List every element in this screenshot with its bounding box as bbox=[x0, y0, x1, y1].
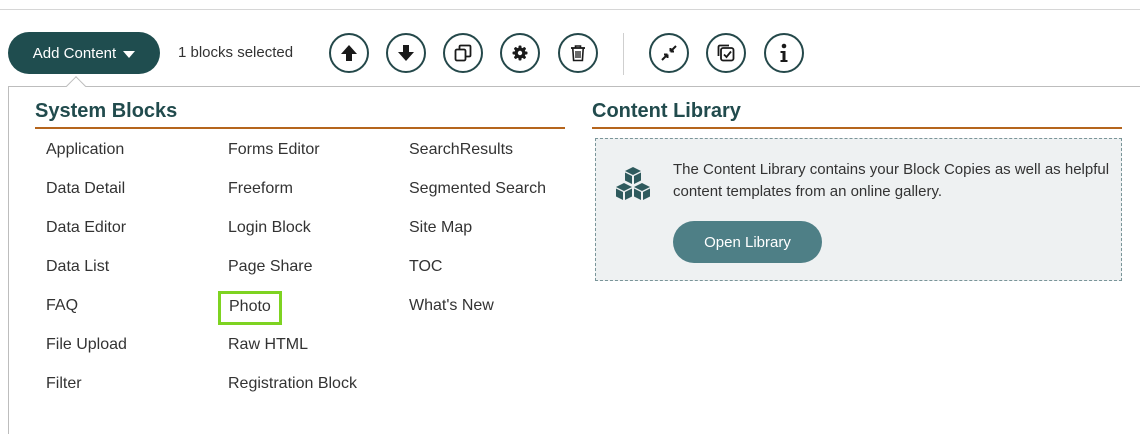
block-item-data-detail[interactable]: Data Detail bbox=[46, 179, 127, 218]
content-library-description: The Content Library contains your Block … bbox=[673, 161, 1110, 200]
add-content-button[interactable]: Add Content bbox=[8, 32, 160, 74]
info-icon bbox=[780, 43, 788, 62]
content-library-rule bbox=[592, 127, 1122, 129]
delete-button[interactable] bbox=[558, 33, 598, 73]
move-down-button[interactable] bbox=[386, 33, 426, 73]
move-up-icon bbox=[341, 45, 357, 61]
block-item-toc[interactable]: TOC bbox=[409, 257, 546, 296]
select-all-icon bbox=[717, 44, 735, 62]
selection-count: 1 blocks selected bbox=[178, 44, 294, 61]
info-button[interactable] bbox=[764, 33, 804, 73]
open-library-button[interactable]: Open Library bbox=[673, 221, 822, 263]
collapse-icon bbox=[661, 45, 677, 61]
content-library-box: The Content Library contains your Block … bbox=[595, 138, 1122, 281]
block-item-data-list[interactable]: Data List bbox=[46, 257, 127, 296]
top-divider bbox=[0, 9, 1140, 10]
collapse-button[interactable] bbox=[649, 33, 689, 73]
block-item-searchresults[interactable]: SearchResults bbox=[409, 140, 546, 179]
content-library-title: Content Library bbox=[592, 100, 741, 122]
add-content-label: Add Content bbox=[32, 44, 117, 62]
select-all-button[interactable] bbox=[706, 33, 746, 73]
system-blocks-column-2: Forms Editor Freeform Login Block Page S… bbox=[218, 140, 357, 413]
settings-icon bbox=[512, 45, 528, 61]
caret-down-icon bbox=[123, 50, 136, 58]
move-down-icon bbox=[398, 45, 414, 61]
block-item-site-map[interactable]: Site Map bbox=[409, 218, 546, 257]
block-item-photo[interactable]: Photo bbox=[218, 291, 282, 325]
block-item-application[interactable]: Application bbox=[46, 140, 127, 179]
system-blocks-column-1: Application Data Detail Data Editor Data… bbox=[46, 140, 127, 413]
block-item-filter[interactable]: Filter bbox=[46, 374, 127, 413]
block-item-registration-block[interactable]: Registration Block bbox=[228, 374, 357, 413]
block-item-raw-html[interactable]: Raw HTML bbox=[228, 335, 357, 374]
system-blocks-rule bbox=[35, 127, 565, 129]
system-blocks-title: System Blocks bbox=[35, 100, 178, 122]
block-item-faq[interactable]: FAQ bbox=[46, 296, 127, 335]
system-blocks-column-3: SearchResults Segmented Search Site Map … bbox=[409, 140, 546, 335]
block-item-forms-editor[interactable]: Forms Editor bbox=[228, 140, 357, 179]
copy-icon bbox=[454, 44, 472, 62]
cubes-icon bbox=[612, 165, 654, 208]
block-item-freeform[interactable]: Freeform bbox=[228, 179, 357, 218]
block-item-whats-new[interactable]: What's New bbox=[409, 296, 546, 335]
delete-icon bbox=[571, 45, 585, 62]
block-item-segmented-search[interactable]: Segmented Search bbox=[409, 179, 546, 218]
move-up-button[interactable] bbox=[329, 33, 369, 73]
block-item-file-upload[interactable]: File Upload bbox=[46, 335, 127, 374]
copy-button[interactable] bbox=[443, 33, 483, 73]
block-item-login-block[interactable]: Login Block bbox=[228, 218, 357, 257]
settings-button[interactable] bbox=[500, 33, 540, 73]
block-item-data-editor[interactable]: Data Editor bbox=[46, 218, 127, 257]
toolbar-divider bbox=[623, 33, 624, 75]
